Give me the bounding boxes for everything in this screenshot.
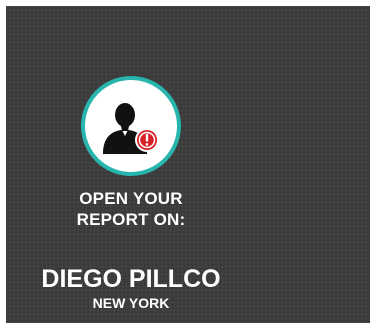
person-location: NEW YORK [92,295,170,311]
headline-line-1: OPEN YOUR [79,189,183,208]
report-card[interactable]: OPEN YOUR REPORT ON: DIEGO PILLCO NEW YO… [6,6,370,323]
report-headline: OPEN YOUR REPORT ON: [26,188,236,230]
person-name: DIEGO PILLCO [41,265,221,293]
user-alert-icon [103,103,159,154]
avatar [81,76,181,176]
headline-line-2: REPORT ON: [76,210,186,229]
